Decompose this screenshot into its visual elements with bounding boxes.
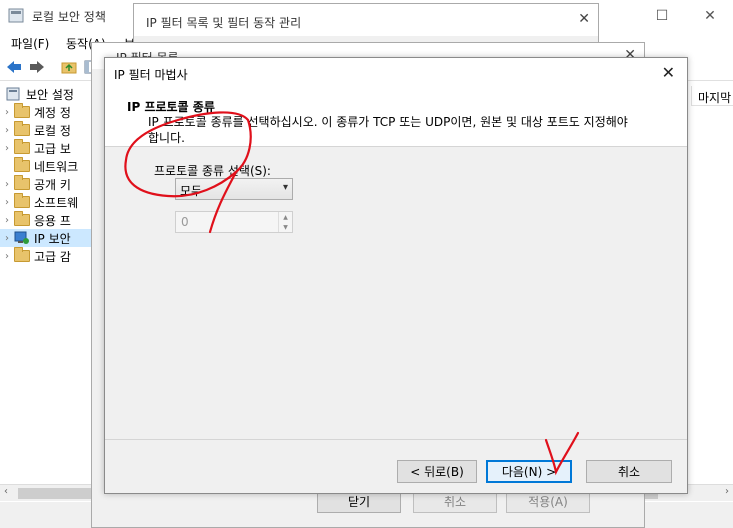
folder-lock-icon	[14, 121, 30, 136]
scroll-left-icon[interactable]: ‹	[4, 486, 8, 497]
up-folder-icon[interactable]	[60, 58, 78, 76]
folder-icon	[14, 157, 30, 172]
close-icon[interactable]: ✕	[578, 11, 590, 27]
folder-icon	[14, 193, 30, 208]
folder-lock-icon	[14, 103, 30, 118]
wizard-header: IP 프로토콜 종류 IP 프로토콜 종류를 선택하십시오. 이 종류가 TCP…	[105, 88, 687, 147]
tree-item-account-policy[interactable]: › 계정 정	[0, 103, 92, 121]
ip-security-icon	[14, 231, 29, 244]
spin-down-icon[interactable]: ▼	[283, 224, 288, 231]
protocol-number-value: 0	[181, 215, 189, 229]
filter-list-title-bar: IP 필터 목록 및 필터 동작 관리 ✕	[134, 4, 598, 36]
back-button[interactable]: < 뒤로(B)	[397, 460, 477, 483]
maximize-icon[interactable]: ☐	[639, 0, 685, 31]
tree-item-advanced-security[interactable]: › 고급 보	[0, 139, 92, 157]
folder-icon	[14, 175, 30, 190]
ip-filter-wizard: IP 필터 마법사 ✕ IP 프로토콜 종류 IP 프로토콜 종류를 선택하십시…	[104, 57, 688, 494]
protocol-type-label: 프로토콜 종류 선택(S):	[154, 164, 271, 178]
folder-icon	[14, 247, 30, 262]
next-button[interactable]: 다음(N) >	[486, 460, 572, 483]
protocol-type-select[interactable]: 모두 ▾	[175, 178, 293, 200]
spin-up-icon[interactable]: ▲	[283, 214, 288, 221]
scroll-right-icon[interactable]: ›	[725, 486, 729, 497]
spin-buttons[interactable]: ▲ ▼	[278, 212, 292, 232]
forward-arrow-icon[interactable]	[28, 58, 46, 76]
protocol-number-stepper[interactable]: 0 ▲ ▼	[175, 211, 293, 233]
wizard-title-bar: IP 필터 마법사 ✕	[105, 58, 687, 88]
tree-item-security-settings[interactable]: 보안 설정	[0, 85, 92, 103]
console-tree: 보안 설정 › 계정 정 › 로컬 정 › 고급 보 네트워크 › 공개 키 ›…	[0, 82, 92, 482]
chevron-right-icon[interactable]: ›	[0, 233, 14, 244]
folder-icon	[14, 139, 30, 154]
tree-item-advanced-audit[interactable]: › 고급 감	[0, 247, 92, 265]
chevron-right-icon[interactable]: ›	[0, 125, 14, 136]
security-policy-icon	[8, 8, 24, 23]
protocol-type-value: 모두	[180, 184, 203, 198]
chevron-right-icon[interactable]: ›	[0, 197, 14, 208]
chevron-right-icon[interactable]: ›	[0, 251, 14, 262]
chevron-right-icon[interactable]: ›	[0, 215, 14, 226]
filter-list-title: IP 필터 목록 및 필터 동작 관리	[146, 16, 302, 30]
close-icon[interactable]: ✕	[687, 0, 733, 31]
chevron-down-icon: ▾	[282, 182, 288, 193]
wizard-step-title: IP 프로토콜 종류	[127, 100, 215, 114]
tree-item-local-policy[interactable]: › 로컬 정	[0, 121, 92, 139]
security-settings-icon	[6, 87, 20, 101]
main-title: 로컬 보안 정책	[32, 10, 106, 24]
wizard-divider	[105, 439, 687, 440]
wizard-step-description: IP 프로토콜 종류를 선택하십시오. 이 종류가 TCP 또는 UDP이면, …	[148, 115, 628, 145]
cancel-button[interactable]: 취소	[586, 460, 672, 483]
column-header-last[interactable]: 마지막	[691, 86, 733, 106]
chevron-right-icon[interactable]: ›	[0, 107, 14, 118]
tree-item-software[interactable]: › 소프트웨	[0, 193, 92, 211]
chevron-right-icon[interactable]: ›	[0, 179, 14, 190]
tree-item-application[interactable]: › 응용 프	[0, 211, 92, 229]
chevron-right-icon[interactable]: ›	[0, 143, 14, 154]
tree-item-ip-security[interactable]: › IP 보안	[0, 229, 92, 247]
close-icon[interactable]: ✕	[662, 63, 675, 82]
tree-item-public-key[interactable]: › 공개 키	[0, 175, 92, 193]
wizard-title: IP 필터 마법사	[114, 68, 188, 82]
folder-icon	[14, 211, 30, 226]
menu-file[interactable]: 파일(F)	[11, 35, 49, 52]
back-arrow-icon[interactable]	[5, 58, 23, 76]
tree-item-network[interactable]: 네트워크	[0, 157, 92, 175]
